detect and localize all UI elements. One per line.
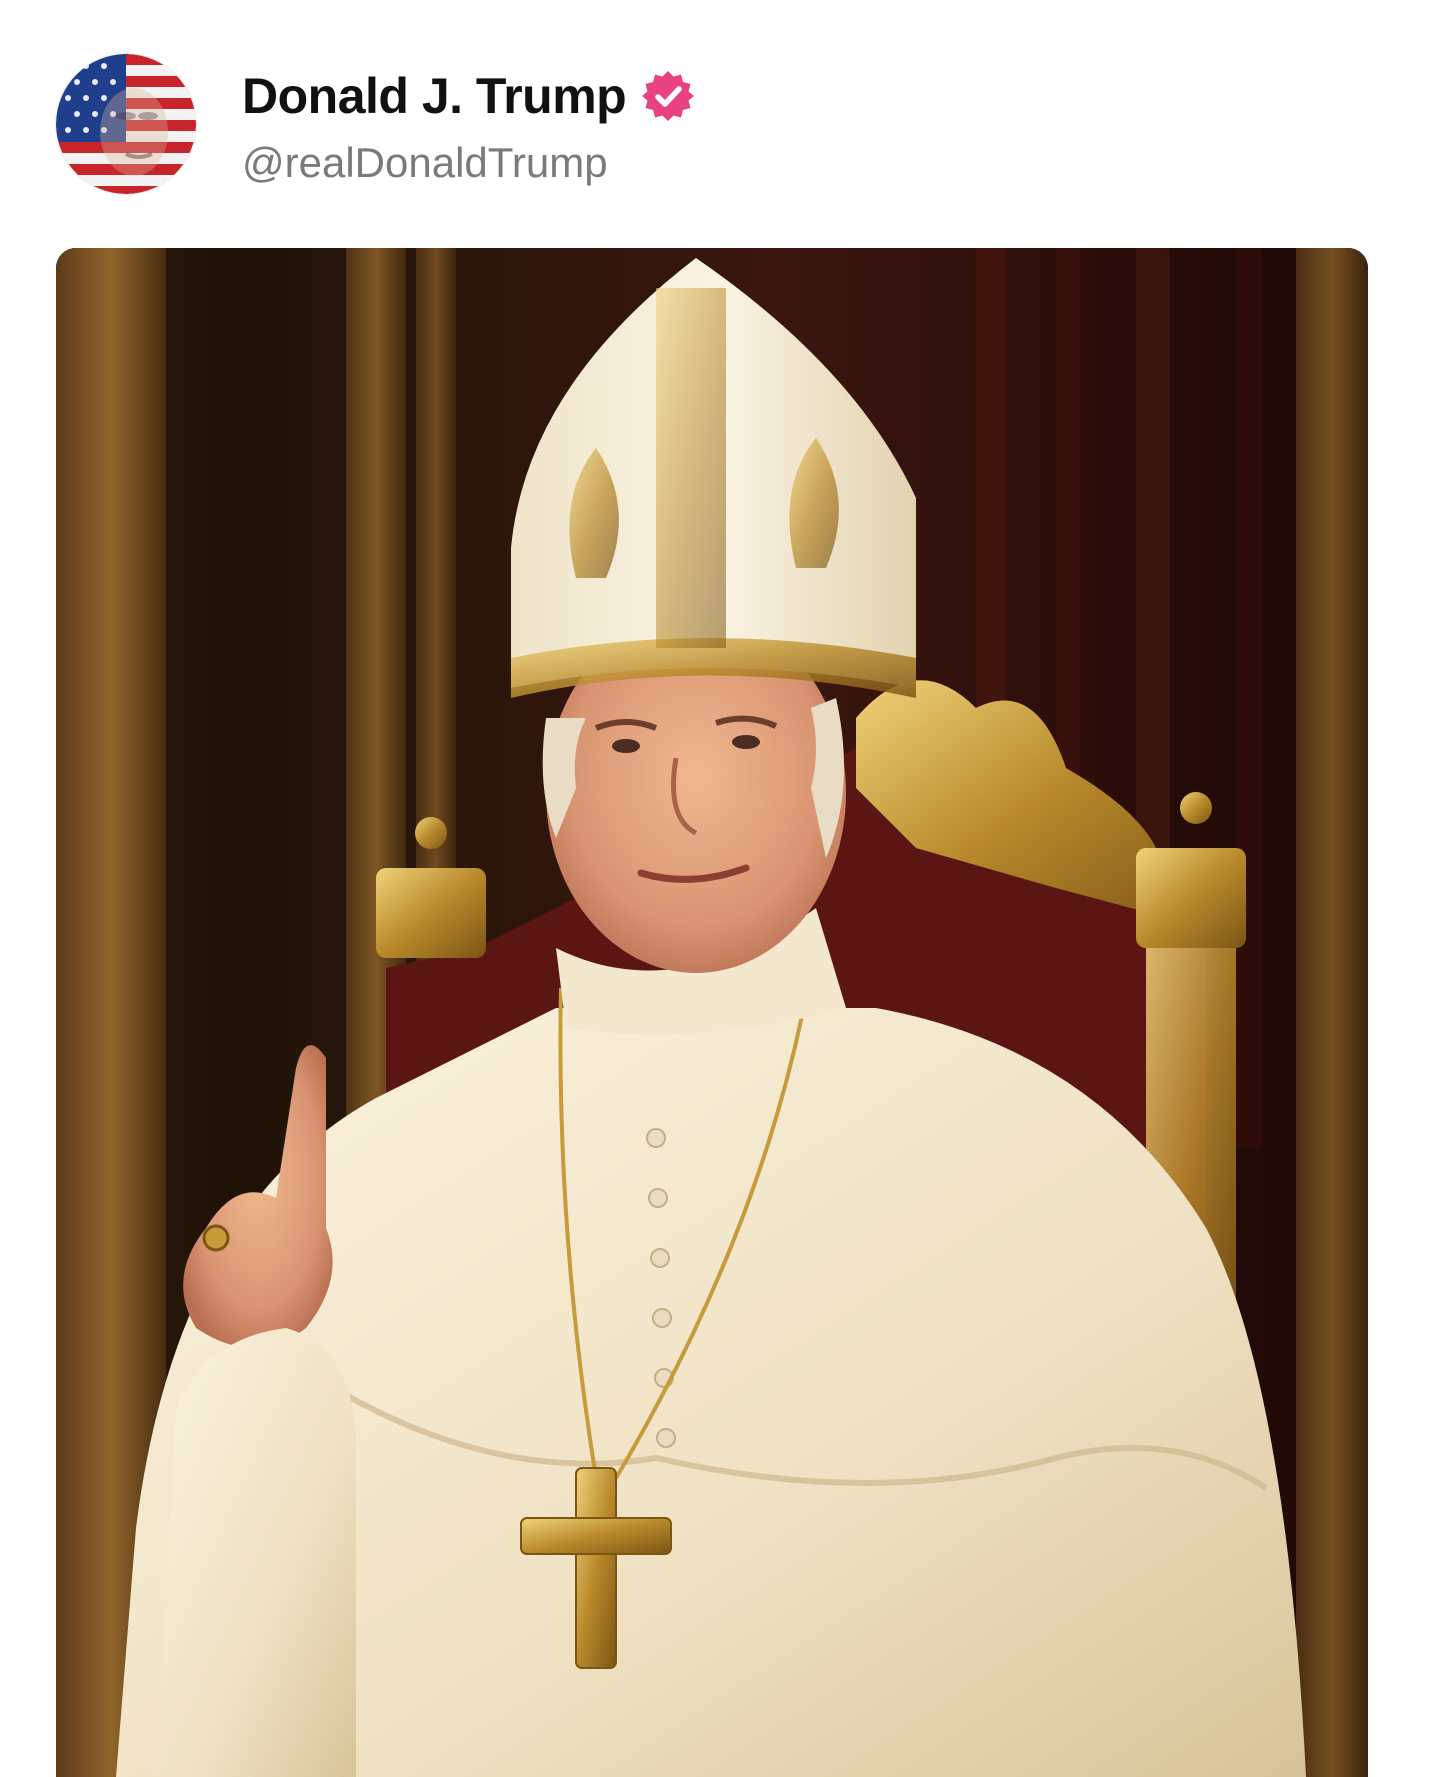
verified-badge-icon (642, 71, 695, 121)
post-header: Donald J. Trump @realDonaldTrump (56, 48, 1356, 198)
post-media-image[interactable] (56, 248, 1368, 1777)
author-avatar[interactable] (56, 54, 196, 194)
author-display-name[interactable]: Donald J. Trump (242, 71, 627, 121)
avatar-flag-portrait-icon (56, 54, 196, 194)
author-name-row: Donald J. Trump (242, 68, 696, 124)
portrait-painting (56, 248, 1368, 1777)
author-handle[interactable]: @realDonaldTrump (242, 142, 608, 184)
